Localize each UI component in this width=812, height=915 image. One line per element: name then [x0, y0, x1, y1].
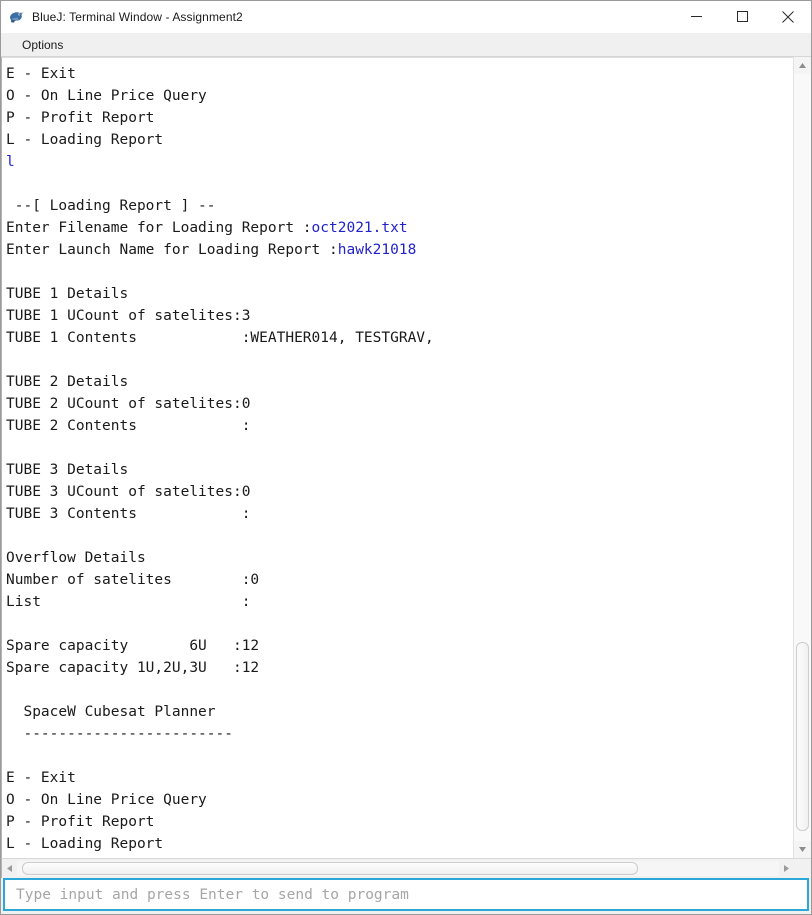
terminal-row: E - Exit O - On Line Price Query P - Pro… [1, 57, 811, 858]
vertical-scrollbar[interactable] [793, 57, 811, 858]
scroll-left-button[interactable] [2, 864, 17, 873]
horizontal-scroll-thumb[interactable] [21, 862, 638, 875]
vertical-scroll-track[interactable] [794, 74, 811, 841]
horizontal-scroll-track[interactable] [17, 861, 779, 876]
terminal-input[interactable] [5, 880, 807, 909]
menu-item-options[interactable]: Options [16, 36, 69, 54]
scroll-down-button[interactable] [794, 841, 811, 858]
menu-bar: Options [1, 33, 811, 57]
window-title: BlueJ: Terminal Window - Assignment2 [32, 9, 243, 24]
maximize-button[interactable] [719, 1, 765, 32]
minimize-button[interactable] [673, 1, 719, 32]
terminal-input-wrapper [3, 878, 809, 911]
scroll-right-button[interactable] [779, 864, 794, 873]
bluej-icon [8, 8, 25, 25]
terminal-body: E - Exit O - On Line Price Query P - Pro… [1, 57, 811, 914]
terminal-output-area[interactable]: E - Exit O - On Line Price Query P - Pro… [1, 57, 793, 858]
window-controls [673, 1, 811, 32]
scroll-up-button[interactable] [794, 57, 811, 74]
terminal-output-text: E - Exit O - On Line Price Query P - Pro… [6, 65, 434, 852]
bluej-terminal-window: BlueJ: Terminal Window - Assignment2 Opt… [0, 0, 812, 915]
title-bar: BlueJ: Terminal Window - Assignment2 [1, 1, 811, 33]
vertical-scroll-thumb[interactable] [796, 641, 809, 832]
close-button[interactable] [765, 1, 811, 32]
horizontal-scrollbar[interactable] [1, 858, 811, 878]
